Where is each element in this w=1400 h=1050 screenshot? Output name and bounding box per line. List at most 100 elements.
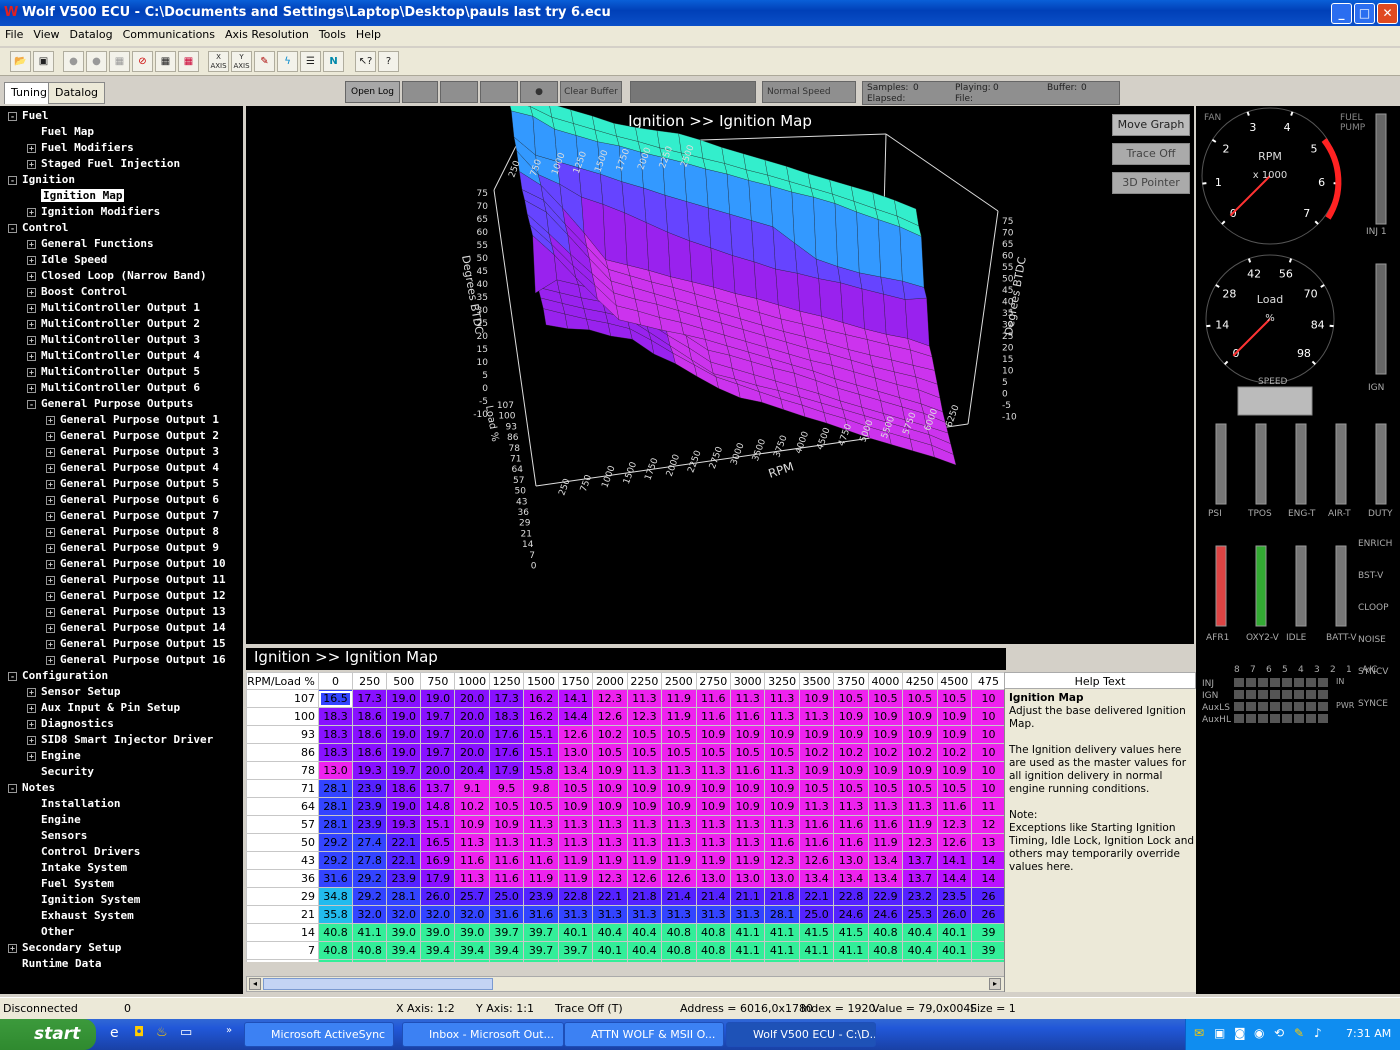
map-cell[interactable]: 10.5	[729, 743, 766, 762]
expand-icon[interactable]: +	[27, 255, 36, 265]
map-cell[interactable]: 10.9	[695, 797, 731, 816]
map-cell[interactable]: 11.3	[729, 689, 766, 708]
map-cell[interactable]: 18.3	[317, 707, 354, 726]
connect-icon[interactable]: ●	[63, 51, 84, 72]
map-cell[interactable]: 11.6	[798, 833, 835, 852]
tree-item-general-purpose-output-16[interactable]: + General Purpose Output 16	[46, 652, 226, 668]
map-cell[interactable]: 41.5	[798, 923, 835, 942]
tree-item-runtime-data[interactable]: Runtime Data	[8, 956, 101, 972]
map-cell[interactable]: 11.3	[488, 833, 525, 852]
row-header[interactable]: 14	[246, 923, 319, 942]
tree-item-ignition-system[interactable]: Ignition System	[27, 892, 140, 908]
collapse-icon[interactable]: -	[27, 399, 36, 409]
map-cell[interactable]: 10	[971, 725, 1006, 744]
expand-icon[interactable]: +	[46, 447, 55, 457]
map-cell[interactable]: 10.5	[695, 743, 731, 762]
column-header[interactable]: 500	[386, 672, 422, 690]
tree-item-installation[interactable]: Installation	[27, 796, 120, 812]
expand-icon[interactable]: +	[27, 687, 36, 697]
expand-icon[interactable]: +	[46, 495, 55, 505]
map-cell[interactable]: 11.9	[902, 815, 938, 834]
map-cell[interactable]: 25.0	[798, 905, 835, 924]
map-cell[interactable]: 20.0	[420, 761, 456, 780]
map-cell[interactable]: 12.3	[936, 815, 973, 834]
map-cell[interactable]: 16.2	[523, 707, 559, 726]
map-cell[interactable]: 41.1	[764, 941, 800, 960]
map-cell[interactable]: 10.9	[764, 779, 800, 798]
map-cell[interactable]: 39.7	[488, 923, 525, 942]
map-cell[interactable]: 19.0	[386, 797, 422, 816]
menu-axis-resolution[interactable]: Axis Resolution	[220, 26, 314, 41]
map-cell[interactable]: 10.9	[798, 761, 835, 780]
map-cell[interactable]: 14	[971, 869, 1006, 888]
map-cell[interactable]: 31.3	[557, 905, 594, 924]
map-cell[interactable]: 18.3	[488, 707, 525, 726]
map-cell[interactable]: 41.5	[833, 923, 869, 942]
map-cell[interactable]: 10.9	[833, 761, 869, 780]
expand-icon[interactable]: +	[27, 703, 36, 713]
map-cell[interactable]: 11.3	[764, 815, 800, 834]
map-cell[interactable]: 13.7	[420, 779, 456, 798]
map-cell[interactable]: 35.8	[317, 905, 354, 924]
map-cell[interactable]: 12.6	[936, 833, 973, 852]
map-cell[interactable]: 11.6	[488, 851, 525, 870]
surface-plot[interactable]: 757065605550454035302520151050-5-1075706…	[246, 106, 1194, 644]
map-cell[interactable]: 39.0	[386, 923, 422, 942]
menu-file[interactable]: File	[0, 26, 28, 41]
trace-off-button[interactable]: Trace Off	[1112, 143, 1190, 165]
tree-item-multicontroller-output-2[interactable]: + MultiController Output 2	[27, 316, 200, 332]
map-cell[interactable]: 41.1	[352, 923, 388, 942]
map-cell[interactable]: 40.4	[420, 959, 456, 962]
map-cell[interactable]: 22.1	[386, 833, 422, 852]
map-cell[interactable]: 11.3	[626, 761, 663, 780]
row-header[interactable]: 50	[246, 833, 319, 852]
task-activesync[interactable]: Microsoft ActiveSync	[244, 1022, 394, 1047]
map-cell[interactable]: 9.1	[454, 779, 490, 798]
row-header[interactable]: 93	[246, 725, 319, 744]
map-cell[interactable]: 10.9	[695, 779, 731, 798]
map-cell[interactable]: 28.1	[317, 797, 354, 816]
map-cell[interactable]: 10.2	[833, 743, 869, 762]
map-cell[interactable]: 24.6	[833, 905, 869, 924]
map-cell[interactable]: 42.5	[764, 959, 800, 962]
map-cell[interactable]: 18.3	[317, 725, 354, 744]
tree-item-other[interactable]: Other	[27, 924, 74, 940]
map-cell[interactable]: 11.3	[626, 833, 663, 852]
tree-item-intake-system[interactable]: Intake System	[27, 860, 127, 876]
row-header[interactable]: 107	[246, 689, 319, 708]
row-header[interactable]: 71	[246, 779, 319, 798]
row-header[interactable]: 64	[246, 797, 319, 816]
map-cell[interactable]: 11.3	[695, 833, 731, 852]
map-cell[interactable]: 11	[971, 797, 1006, 816]
map-cell[interactable]: 12.6	[798, 851, 835, 870]
scroll-right-icon[interactable]: ▸	[989, 978, 1001, 990]
map-cell[interactable]: 26	[971, 887, 1006, 906]
map-cell[interactable]: 11.6	[764, 833, 800, 852]
map-cell[interactable]: 41.1	[729, 923, 766, 942]
horizontal-scrollbar[interactable]: ◂ ▸	[246, 976, 1006, 992]
tree-item-general-purpose-output-9[interactable]: + General Purpose Output 9	[46, 540, 219, 556]
tree-item-general-purpose-outputs[interactable]: - General Purpose Outputs	[27, 396, 193, 412]
map-cell[interactable]: 10.5	[798, 779, 835, 798]
map-cell[interactable]: 11.3	[729, 815, 766, 834]
map-cell[interactable]: 19.7	[386, 761, 422, 780]
map-cell[interactable]: 42.9	[592, 959, 628, 962]
minimize-button[interactable]: _	[1331, 3, 1352, 24]
map-cell[interactable]: 10.5	[936, 779, 973, 798]
tree-item-fuel[interactable]: - Fuel	[8, 108, 49, 124]
map-cell[interactable]: 14.8	[420, 797, 456, 816]
map-cell[interactable]: 11.3	[592, 815, 628, 834]
tree-item-configuration[interactable]: - Configuration	[8, 668, 108, 684]
record-button[interactable]: ●	[520, 81, 558, 103]
tree-item-control-drivers[interactable]: Control Drivers	[27, 844, 140, 860]
map-cell[interactable]: 10.5	[592, 743, 628, 762]
row-header[interactable]: 36	[246, 869, 319, 888]
column-header[interactable]: 1250	[488, 672, 525, 690]
outlook-icon[interactable]: ◘	[134, 1025, 144, 1040]
column-header[interactable]: 3000	[729, 672, 766, 690]
map-cell[interactable]: 20.4	[454, 761, 490, 780]
map-cell[interactable]: 11.6	[798, 815, 835, 834]
map-cell[interactable]: 13.4	[798, 869, 835, 888]
map-cell[interactable]: 42.2	[833, 959, 869, 962]
tree-item-general-purpose-output-8[interactable]: + General Purpose Output 8	[46, 524, 219, 540]
